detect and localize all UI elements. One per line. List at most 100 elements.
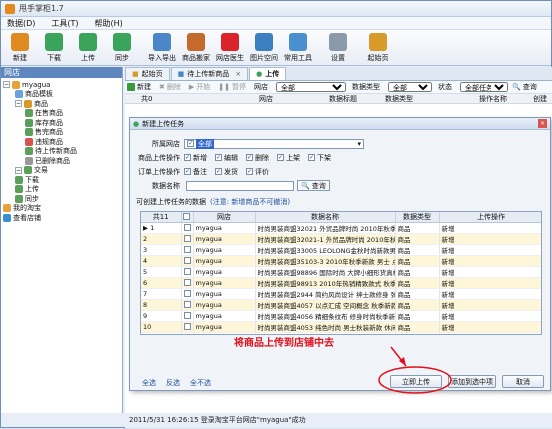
toolbar-button[interactable]: 新建 xyxy=(3,29,37,65)
table-row[interactable]: 3 myagua 时尚男装商盟33005 LEOLONG金秋时尚新款男士纯 商品 新增 xyxy=(141,244,541,256)
tree-item[interactable]: 已删除商品 xyxy=(3,156,122,166)
collapse-icon[interactable]: − xyxy=(3,81,10,89)
row-checkbox[interactable] xyxy=(181,332,194,334)
upload-now-button[interactable]: 立即上传 xyxy=(390,375,442,388)
op-rate-checkbox[interactable]: ✓ 评价 xyxy=(246,167,269,177)
table-row[interactable]: 9 myagua 时尚男装商盟4056 精细条纹布 修身时尚秋季新款 商品 新增 xyxy=(141,310,541,322)
cell-text: myagua xyxy=(195,268,222,276)
grid-col-check[interactable] xyxy=(181,212,194,223)
toolbar-button[interactable]: 起始页 xyxy=(361,29,395,65)
col-title: 数据标题 xyxy=(329,94,357,103)
hint-prefix: 可创建上传任务的数据 xyxy=(136,197,206,206)
delete-task-button[interactable]: ✖ 删除 xyxy=(159,82,181,92)
tab-pending-goods[interactable]: ■ 待上传新商品 × xyxy=(170,67,249,80)
tree-item[interactable]: − myagua xyxy=(3,80,122,90)
row-checkbox[interactable] xyxy=(181,321,194,333)
cancel-button[interactable]: 取消 xyxy=(502,375,544,388)
table-row[interactable]: 11myagua时尚男装商盟4063 时尚新款 秋季新款 男士休闲商品新增 xyxy=(141,332,541,335)
row-checkbox[interactable] xyxy=(181,299,194,311)
query-button[interactable]: 🔍 查询 xyxy=(512,82,537,92)
op-delete-checkbox[interactable]: ✓ 删除 xyxy=(246,153,269,163)
invert-link[interactable]: 反选 xyxy=(166,378,180,388)
table-row[interactable]: ▶ 1 myagua 时尚男装商盟32021 外贸品牌时尚 2010年秋季新 商品 新增 xyxy=(141,222,541,234)
menu-help[interactable]: 帮助(H) xyxy=(95,18,123,29)
table-row[interactable]: 10 myagua 时尚男装商盟4053 纯色时尚 男士秋装新款 休闲 商品 新增 xyxy=(141,321,541,333)
op-new-checkbox[interactable]: ✓ 新增 xyxy=(184,153,207,163)
toolbar-button[interactable]: 常用工具 xyxy=(281,29,315,65)
shop-combo[interactable]: ✓ 全部 ▾ xyxy=(184,138,364,149)
tree-item[interactable]: 我的淘宝 xyxy=(3,204,122,214)
menu-data[interactable]: 数据(D) xyxy=(7,18,35,29)
col-op: 操作名称 xyxy=(479,94,507,103)
collapse-icon[interactable]: − xyxy=(15,166,22,174)
search-icon: 🔍 xyxy=(512,83,521,91)
close-icon[interactable]: × xyxy=(235,70,241,78)
start-button[interactable]: ▶ 开始 xyxy=(189,82,210,92)
new-task-button[interactable]: 新建 xyxy=(127,82,151,92)
select-none-link[interactable]: 全不选 xyxy=(190,378,211,388)
tree-item[interactable]: − 交易 xyxy=(3,166,122,176)
cell-text: 10 xyxy=(143,323,152,331)
op-delist-checkbox[interactable]: ✓ 下架 xyxy=(308,153,331,163)
table-row[interactable]: 4 myagua 时尚男装商盟35103-3 2010年秋季新款 男士 点点 商品 新增 xyxy=(141,255,541,267)
row-checkbox[interactable] xyxy=(181,233,194,245)
tree-item-label: 售完商品 xyxy=(35,128,63,137)
tree-item[interactable]: 库存商品 xyxy=(3,118,122,128)
cell-name: 时尚男装商盟33005 LEOLONG金秋时尚新款男士纯 xyxy=(255,244,396,256)
cell-op: 新增 xyxy=(439,233,541,245)
op-ship-checkbox[interactable]: ✓ 发货 xyxy=(215,167,238,177)
select-all-link[interactable]: 全选 xyxy=(142,378,156,388)
tab-start-page[interactable]: ■ 起始页 xyxy=(125,67,170,80)
op-remark-checkbox[interactable]: ✓ 备注 xyxy=(184,167,207,177)
toolbar-button[interactable]: 上传 xyxy=(71,29,105,65)
tree-item[interactable]: 查看店铺 xyxy=(3,213,122,223)
toolbar-button[interactable]: 网店医生 xyxy=(213,29,247,65)
tree-item[interactable]: 上传 xyxy=(3,185,122,195)
row-checkbox[interactable] xyxy=(181,277,194,289)
dialog-query-button[interactable]: 🔍 查询 xyxy=(297,180,330,191)
op-list-checkbox[interactable]: ✓ 上架 xyxy=(277,153,300,163)
row-checkbox[interactable] xyxy=(181,288,194,300)
pause-button[interactable]: ❚❚ 暂停 xyxy=(218,82,246,92)
toolbar-button[interactable]: 导入导出 xyxy=(145,29,179,65)
toolbar-button[interactable]: 设置 xyxy=(321,29,355,65)
title-bar: 甩手掌柜1.7 xyxy=(1,1,551,17)
add-to-queue-button[interactable]: 添加到选中项 xyxy=(448,375,496,388)
type-filter-select[interactable]: 全部 xyxy=(388,82,432,92)
table-row[interactable]: 8 myagua 时尚男装商盟4057 以点汇成 空间概念 秋季新款 商品 新增 xyxy=(141,299,541,311)
table-row[interactable]: 2 myagua 时尚男装商盟32021-1 外贸品牌时尚 2010年秋季 商品 新增 xyxy=(141,233,541,245)
row-checkbox[interactable] xyxy=(181,310,194,322)
tree-item[interactable]: 售完商品 xyxy=(3,128,122,138)
tree-item[interactable]: 待上传新商品 xyxy=(3,147,122,157)
toolbar-button[interactable]: 下载 xyxy=(37,29,71,65)
tree-item[interactable]: 下载 xyxy=(3,175,122,185)
tree-item[interactable]: 商品模板 xyxy=(3,90,122,100)
cell-text: 时尚男装商盟98896 国际时尚 大牌小细形货真棒 xyxy=(257,269,395,277)
close-icon[interactable]: × xyxy=(538,119,547,128)
table-row[interactable]: 6 myagua 时尚男装商盟98913 2010年热销精致款式 秋季新 商品 新增 xyxy=(141,277,541,289)
op-edit-checkbox[interactable]: ✓ 编辑 xyxy=(215,153,238,163)
cell-text: 11 xyxy=(143,334,151,335)
name-input[interactable] xyxy=(186,180,294,191)
table-row[interactable]: 7 myagua 时尚男装商盟2944 简约风尚设计 绅士款修身 弹商品 新增 xyxy=(141,288,541,300)
tree-item[interactable]: − 商品 xyxy=(3,99,122,109)
tree-item[interactable]: 违规商品 xyxy=(3,137,122,147)
toolbar-button[interactable]: 同步 xyxy=(105,29,139,65)
cell-text: 时尚男装商盟2944 简约风尚设计 绅士款修身 弹 xyxy=(257,291,395,299)
tree-item[interactable]: 同步 xyxy=(3,194,122,204)
toolbar-button[interactable]: 图片空间 xyxy=(247,29,281,65)
tab-label: 起始页 xyxy=(141,70,163,78)
row-checkbox[interactable] xyxy=(181,255,194,267)
tree-node-icon xyxy=(25,109,33,118)
status-filter-select[interactable]: 全部任务 xyxy=(460,82,508,92)
shop-filter-select[interactable]: 全部 xyxy=(276,82,346,92)
collapse-icon[interactable]: − xyxy=(15,100,22,108)
row-checkbox[interactable] xyxy=(181,222,194,234)
row-checkbox[interactable] xyxy=(181,266,194,278)
tree-item[interactable]: 在售商品 xyxy=(3,109,122,119)
row-checkbox[interactable] xyxy=(181,244,194,256)
tab-upload[interactable]: ● 上传 xyxy=(249,67,287,80)
menu-tools[interactable]: 工具(T) xyxy=(51,18,78,29)
table-row[interactable]: 5 myagua 时尚男装商盟98896 国际时尚 大牌小细形货真棒 商品 新增 xyxy=(141,266,541,278)
toolbar-button[interactable]: 商品搬家 xyxy=(179,29,213,65)
